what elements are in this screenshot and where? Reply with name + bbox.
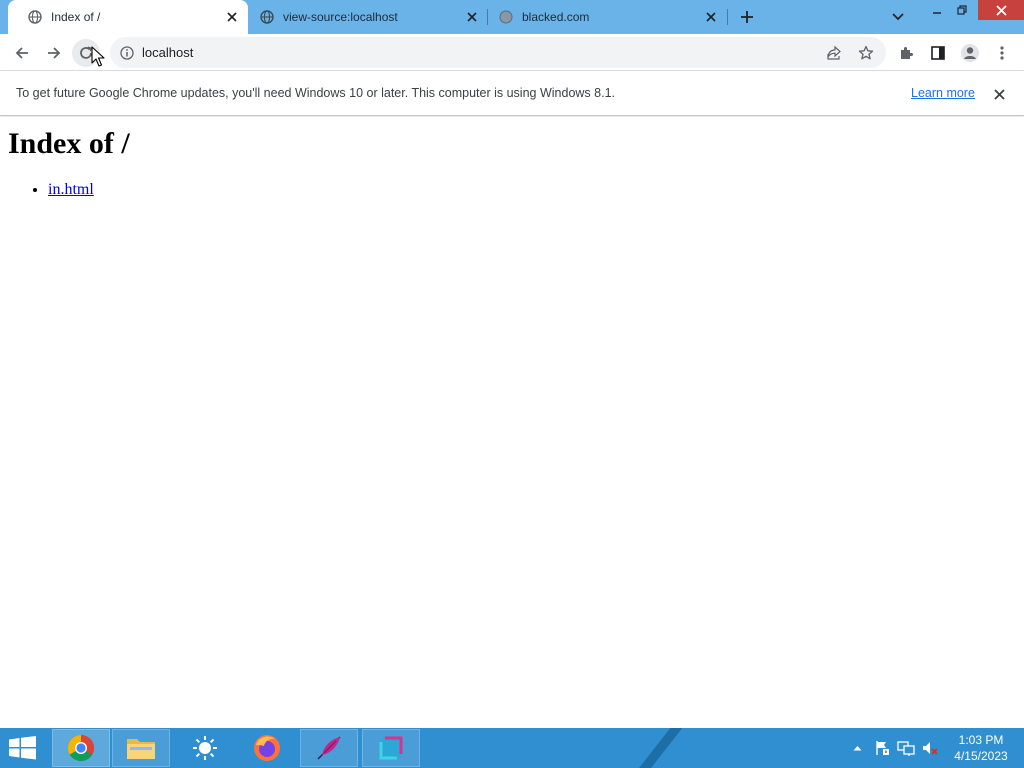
volume-muted-icon[interactable] [920,728,940,768]
taskbar: 1:03 PM 4/15/2023 [0,728,1024,768]
file-list: in.html [48,181,94,199]
globe-icon [260,10,274,24]
action-center-flag-icon[interactable] [872,728,892,768]
clock-time: 1:03 PM [958,733,1004,747]
chrome-icon [67,734,95,762]
tab-title: Index of / [51,10,101,24]
extensions-icon[interactable] [892,39,920,67]
page-title: Index of / [8,127,130,160]
forward-icon[interactable] [40,39,68,67]
chevron-up-icon[interactable] [850,728,864,768]
taskbar-editor-app[interactable] [362,729,420,767]
globe-icon [499,10,513,24]
address-bar[interactable]: localhost [110,37,886,68]
chevron-down-icon[interactable] [889,8,907,26]
toolbar: localhost [0,34,1024,71]
close-icon[interactable] [464,9,480,25]
minimize-button[interactable] [925,0,949,20]
plus-icon[interactable] [737,7,757,27]
clock-date: 4/15/2023 [954,749,1008,763]
tab-strip: Index of / view-source:localhost blacked… [0,0,1024,34]
tab-index[interactable]: Index of / [8,0,248,34]
sun-icon [193,736,217,760]
share-icon[interactable] [824,43,844,63]
close-icon[interactable] [991,86,1007,102]
mouse-cursor-icon [91,46,105,67]
taskbar-sun-app[interactable] [176,729,234,767]
tab-title: view-source:localhost [283,10,398,24]
list-item: in.html [48,181,94,199]
close-window-button[interactable] [978,0,1024,20]
taskbar-file-explorer[interactable] [112,729,170,767]
firefox-icon [254,735,280,761]
menu-icon[interactable] [988,39,1016,67]
star-icon[interactable] [856,43,876,63]
network-icon[interactable] [896,728,916,768]
close-icon[interactable] [224,9,240,25]
system-clock[interactable]: 1:03 PM 4/15/2023 [946,732,1016,764]
info-icon[interactable] [119,45,134,60]
profile-icon[interactable] [956,39,984,67]
file-link[interactable]: in.html [48,181,94,198]
folder-icon [127,739,155,759]
back-icon[interactable] [8,39,36,67]
feather-icon [317,736,341,760]
update-infobar: To get future Google Chrome updates, you… [0,72,1024,116]
taskbar-chrome[interactable] [52,729,110,767]
page-content: Index of / in.html [0,117,1024,728]
url-text: localhost [142,45,194,60]
tab-view-source[interactable]: view-source:localhost [240,0,488,34]
tab-title: blacked.com [522,10,590,24]
editor-icon [379,736,403,760]
taskbar-feather-app[interactable] [300,729,358,767]
side-panel-icon[interactable] [924,39,952,67]
taskbar-firefox[interactable] [238,729,296,767]
tab-separator [727,9,728,25]
globe-icon [28,10,42,24]
restore-button[interactable] [950,0,974,20]
learn-more-link[interactable]: Learn more [911,86,975,100]
tab-blacked[interactable]: blacked.com [479,0,727,34]
taskbar-decoration [626,728,686,768]
windows-start-icon[interactable] [8,736,38,760]
infobar-message: To get future Google Chrome updates, you… [16,86,615,100]
close-icon[interactable] [703,9,719,25]
